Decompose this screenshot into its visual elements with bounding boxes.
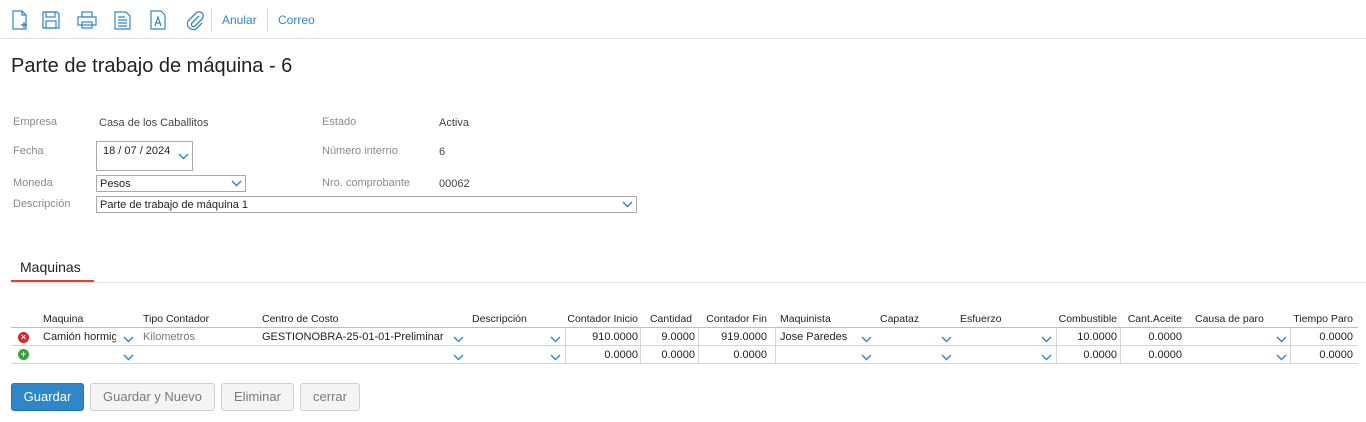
empresa-value: Casa de los Caballitos [99, 117, 209, 129]
moneda-select[interactable]: Pesos [96, 175, 246, 192]
row-maquinista[interactable]: Jose Paredes [780, 331, 858, 343]
row-tiempo-paro[interactable]: 0.0000 [1291, 331, 1353, 343]
tab-maquinas[interactable]: Maquinas [11, 258, 94, 283]
guardar-y-nuevo-button[interactable]: Guardar y Nuevo [90, 383, 215, 411]
col-header-tiempo-paro: Tiempo Paro [1293, 313, 1353, 325]
col-header-maquina: Maquina [43, 313, 84, 325]
row-contador-inicio[interactable]: 0.0000 [566, 349, 638, 361]
row-combustible[interactable]: 0.0000 [1057, 349, 1117, 361]
row-cant-aceite[interactable]: 0.0000 [1121, 349, 1182, 361]
documents-icon[interactable] [112, 9, 134, 31]
chevron-down-icon[interactable] [231, 180, 242, 187]
print-icon[interactable] [76, 9, 98, 31]
estado-label: Estado [322, 116, 357, 128]
moneda-value: Pesos [100, 178, 131, 190]
correo-link[interactable]: Correo [278, 13, 315, 27]
text-document-icon[interactable] [147, 9, 169, 31]
toolbar-separator [267, 8, 268, 32]
nro-comprobante-label: Nro. comprobante [322, 177, 411, 189]
col-header-tipo-contador: Tipo Contador [143, 313, 210, 325]
new-document-icon[interactable] [9, 9, 31, 31]
row-tiempo-paro[interactable]: 0.0000 [1291, 349, 1353, 361]
cerrar-button[interactable]: cerrar [300, 383, 360, 411]
chevron-down-icon[interactable] [622, 201, 633, 208]
row-contador-fin[interactable]: 0.0000 [699, 349, 767, 361]
add-row-icon[interactable]: + [18, 349, 29, 360]
row-contador-inicio[interactable]: 910.0000 [566, 331, 638, 343]
col-header-esfuerzo: Esfuerzo [960, 313, 1002, 325]
tab-divider [11, 282, 1366, 283]
descripcion-select[interactable]: Parte de trabajo de máquina 1 [96, 196, 637, 213]
toolbar-separator [211, 8, 212, 32]
col-header-cantidad: Cantidad [649, 313, 692, 325]
col-header-cant-aceite: Cant.Aceite [1127, 313, 1182, 325]
row-combustible[interactable]: 10.0000 [1057, 331, 1117, 343]
grid-header-line [11, 327, 1358, 328]
row-divider [11, 345, 1358, 346]
guardar-button[interactable]: Guardar [11, 383, 84, 411]
eliminar-button[interactable]: Eliminar [221, 383, 294, 411]
row-centro-costo[interactable]: GESTIONOBRA-25-01-01-Preliminares [262, 331, 444, 343]
descripcion-value: Parte de trabajo de máquina 1 [100, 199, 248, 211]
toolbar: Anular Correo [0, 0, 1366, 39]
col-header-maquinista: Maquinista [780, 313, 831, 325]
row-cantidad[interactable]: 0.0000 [641, 349, 695, 361]
fecha-label: Fecha [13, 145, 44, 157]
cell-divider [775, 346, 776, 363]
page-title: Parte de trabajo de máquina - 6 [11, 55, 293, 77]
numero-interno-label: Número interno [322, 145, 398, 157]
row-contador-fin[interactable]: 919.0000 [699, 331, 767, 343]
cell-divider [775, 328, 776, 345]
row-cant-aceite[interactable]: 0.0000 [1121, 331, 1182, 343]
fecha-value: 18 / 07 / 2024 [103, 145, 171, 157]
row-cantidad[interactable]: 9.0000 [641, 331, 695, 343]
col-header-contador-fin: Contador Fin [706, 313, 767, 325]
row-tipo-contador: Kilometros [143, 331, 195, 343]
delete-row-icon[interactable]: × [18, 332, 29, 343]
row-maquina[interactable]: Camión hormigonero [43, 331, 116, 343]
chevron-down-icon[interactable] [178, 153, 189, 160]
row-divider [11, 363, 1358, 364]
nro-comprobante-value: 00062 [439, 178, 470, 190]
col-header-capataz: Capataz [880, 313, 920, 325]
descripcion-label: Descripción [13, 198, 71, 210]
fecha-date-input[interactable]: 18 / 07 / 2024 [96, 141, 193, 171]
col-header-descripcion: Descripción [472, 313, 527, 325]
attachment-icon[interactable] [183, 9, 205, 31]
col-header-causa-paro: Causa de paro [1195, 313, 1264, 325]
numero-interno-value: 6 [439, 146, 446, 158]
col-header-combustible: Combustible [1058, 313, 1117, 325]
estado-value: Activa [439, 117, 469, 129]
tab-label: Maquinas [20, 259, 81, 275]
anular-link[interactable]: Anular [222, 13, 257, 27]
col-header-contador-inicio: Contador Inicio [567, 313, 638, 325]
col-header-centro-costo: Centro de Costo [262, 313, 339, 325]
moneda-label: Moneda [13, 177, 53, 189]
save-icon[interactable] [40, 9, 62, 31]
empresa-label: Empresa [13, 116, 58, 128]
